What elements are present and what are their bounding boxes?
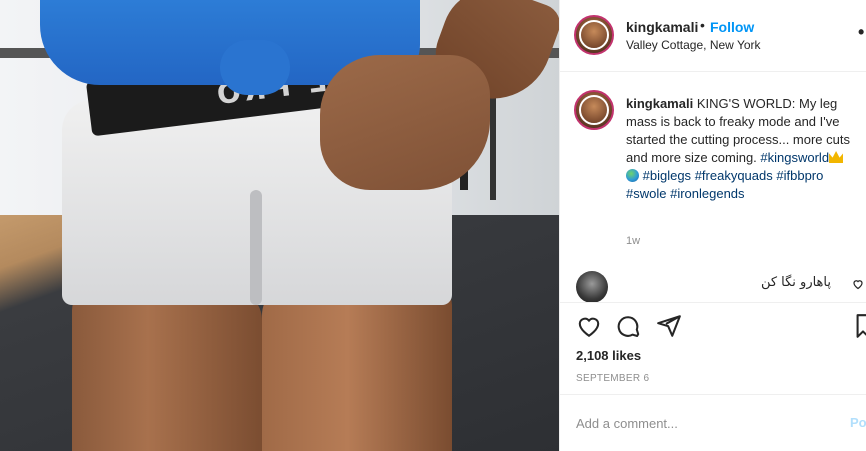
header-separator: • bbox=[700, 17, 705, 33]
hashtag-kingsworld[interactable]: #kingsworld bbox=[760, 150, 829, 165]
hashtag-swole[interactable]: #swole bbox=[626, 186, 666, 201]
comment-icon[interactable] bbox=[616, 313, 642, 339]
share-icon[interactable] bbox=[656, 313, 682, 339]
hand bbox=[320, 55, 490, 190]
hashtag-ifbbpro[interactable]: #ifbbpro bbox=[776, 168, 823, 183]
post-date[interactable]: SEPTEMBER 6 bbox=[576, 373, 649, 384]
hashtag-ironlegends[interactable]: #ironlegends bbox=[670, 186, 744, 201]
crown-icon bbox=[829, 151, 844, 163]
right-leg bbox=[262, 285, 452, 451]
comment-text: پاهارو نگا کن bbox=[760, 275, 831, 290]
comment-input[interactable] bbox=[576, 413, 816, 433]
heart-icon[interactable] bbox=[576, 313, 602, 339]
post-photo[interactable]: NIKE PRO bbox=[0, 0, 559, 451]
add-comment-bar: Po bbox=[560, 394, 866, 451]
shirt-knot bbox=[220, 40, 290, 95]
hashtag-biglegs[interactable]: #biglegs bbox=[643, 168, 691, 183]
author-username[interactable]: kingkamali bbox=[626, 19, 698, 35]
more-options-icon[interactable]: • bbox=[858, 22, 864, 43]
follow-button[interactable]: Follow bbox=[710, 19, 754, 35]
caption-section: kingkamali KING'S WORLD: My leg mass is … bbox=[560, 72, 866, 272]
commenter-avatar[interactable] bbox=[576, 271, 608, 303]
post-button[interactable]: Po bbox=[850, 415, 866, 430]
caption-text: kingkamali KING'S WORLD: My leg mass is … bbox=[626, 95, 858, 203]
comment-like-icon[interactable] bbox=[852, 278, 864, 290]
action-bar: 2,108 likes SEPTEMBER 6 bbox=[560, 302, 866, 392]
left-leg bbox=[72, 290, 262, 451]
caption-username[interactable]: kingkamali bbox=[626, 96, 693, 111]
hashtag-freakyquads[interactable]: #freakyquads bbox=[695, 168, 773, 183]
post-sidebar: kingkamali • Follow Valley Cottage, New … bbox=[559, 0, 866, 451]
post-location[interactable]: Valley Cottage, New York bbox=[626, 38, 761, 52]
caption-time[interactable]: 1w bbox=[626, 235, 640, 247]
comment-row: پاهارو نگا کن bbox=[560, 268, 866, 303]
caption-avatar[interactable] bbox=[574, 90, 614, 130]
globe-icon bbox=[626, 169, 639, 182]
likes-count[interactable]: 2,108 likes bbox=[576, 348, 641, 363]
post-header: kingkamali • Follow Valley Cottage, New … bbox=[560, 0, 866, 72]
author-avatar[interactable] bbox=[574, 15, 614, 55]
shorts-seam bbox=[250, 190, 262, 305]
bookmark-icon[interactable] bbox=[856, 313, 866, 339]
